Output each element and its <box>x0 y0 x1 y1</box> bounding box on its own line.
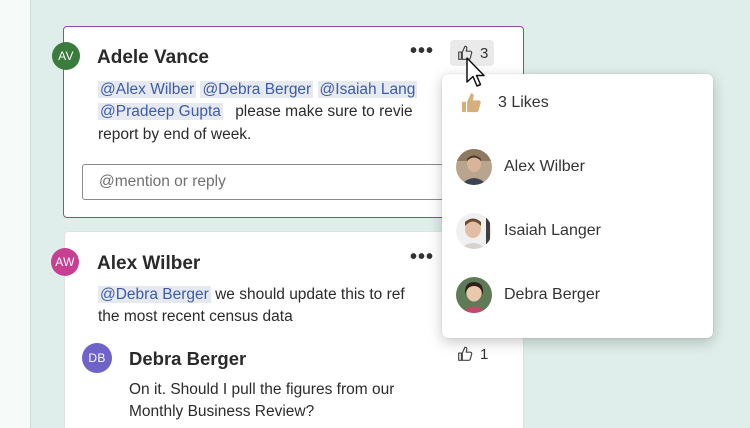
mention-link[interactable]: @Alex Wilber <box>98 81 197 98</box>
liker-row[interactable]: Isaiah Langer <box>456 213 601 249</box>
thumbs-up-emoji-icon <box>461 93 481 113</box>
reply-body-line-2: Monthly Business Review? <box>129 403 315 420</box>
mention-link[interactable]: @Isaiah Lang <box>317 81 418 98</box>
liker-row[interactable]: Debra Berger <box>456 277 600 313</box>
side-panel-background <box>0 0 30 428</box>
comment-body-line-2: the most recent census data <box>98 308 293 325</box>
more-options-button[interactable]: ••• <box>410 246 434 269</box>
avatar <box>456 213 492 249</box>
comment-body-line-1: @Debra Berger we should update this to r… <box>98 284 444 305</box>
liker-name: Debra Berger <box>504 286 601 303</box>
mention-link[interactable]: @Debra Berger <box>200 81 314 98</box>
mention-link[interactable]: @Pradeep Gupta <box>98 103 223 120</box>
liker-row[interactable]: Alex Wilber <box>456 149 585 185</box>
mention-link[interactable]: @Debra Berger <box>98 286 211 303</box>
like-button[interactable]: 1 <box>456 345 488 363</box>
liker-name: Isaiah Langer <box>504 222 601 239</box>
comment-text: we should update this to ref <box>210 286 405 303</box>
avatar[interactable]: AW <box>51 248 79 276</box>
comment-text: please make sure to revie <box>235 103 413 120</box>
comment-body-line-3: report by end of week. <box>98 126 252 143</box>
reply-body-line-1: On it. Should I pull the figures from ou… <box>129 381 395 398</box>
avatar <box>456 277 492 313</box>
reply-input-placeholder: @mention or reply <box>99 173 226 190</box>
panel-divider <box>30 0 31 428</box>
mouse-pointer-icon <box>466 57 485 87</box>
avatar[interactable]: DB <box>82 343 112 373</box>
like-count: 1 <box>480 345 489 363</box>
comment-body-line-1: @Alex Wilber @Debra Berger @Isaiah Lang <box>98 79 444 100</box>
more-options-button[interactable]: ••• <box>410 40 434 63</box>
comment-author: Adele Vance <box>97 47 209 68</box>
comment-body-line-2: @Pradeep Gupta please make sure to revie <box>98 101 444 122</box>
thumbs-up-icon <box>458 346 473 361</box>
avatar[interactable]: AV <box>52 42 80 70</box>
reply-author: Debra Berger <box>129 348 247 369</box>
comment-author: Alex Wilber <box>97 253 201 274</box>
likes-count-label: 3 Likes <box>498 94 549 111</box>
liker-name: Alex Wilber <box>504 158 585 175</box>
avatar <box>456 149 492 185</box>
likes-header: 3 Likes <box>458 90 549 116</box>
